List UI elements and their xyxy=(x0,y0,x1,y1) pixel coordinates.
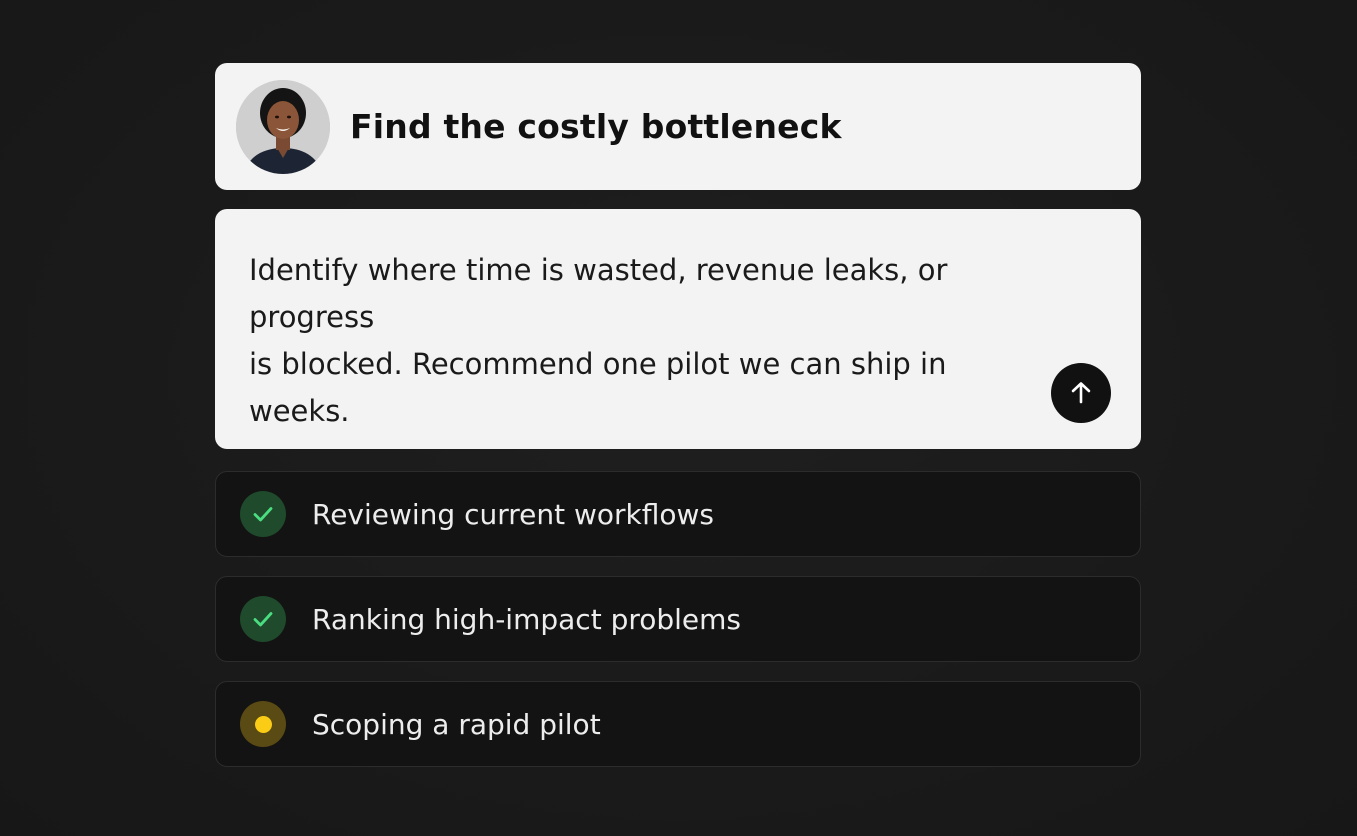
step-status-done xyxy=(240,596,286,642)
send-button[interactable] xyxy=(1051,363,1111,423)
step-label: Scoping a rapid pilot xyxy=(312,707,601,741)
prompt-card[interactable]: Identify where time is wasted, revenue l… xyxy=(215,209,1141,449)
arrow-up-icon xyxy=(1071,382,1091,404)
page-title: Find the costly bottleneck xyxy=(350,107,842,146)
prompt-text[interactable]: Identify where time is wasted, revenue l… xyxy=(249,247,1051,435)
step-status-done xyxy=(240,491,286,537)
dot-icon xyxy=(254,715,272,733)
check-icon xyxy=(253,507,273,522)
step-item-scoping: Scoping a rapid pilot xyxy=(215,681,1141,767)
check-icon xyxy=(253,612,273,627)
step-label: Reviewing current workflows xyxy=(312,497,715,531)
avatar xyxy=(236,79,330,174)
prompt-line-2: is blocked. Recommend one pilot we can s… xyxy=(249,347,947,428)
step-label: Ranking high-impact problems xyxy=(312,602,742,636)
step-status-in-progress xyxy=(240,701,286,747)
step-item-reviewing: Reviewing current workflows xyxy=(215,471,1141,557)
prompt-line-1: Identify where time is wasted, revenue l… xyxy=(249,253,948,334)
page: Find the costly bottleneck Identify wher… xyxy=(0,0,1357,836)
step-item-ranking: Ranking high-impact problems xyxy=(215,576,1141,662)
title-card: Find the costly bottleneck xyxy=(215,63,1141,190)
